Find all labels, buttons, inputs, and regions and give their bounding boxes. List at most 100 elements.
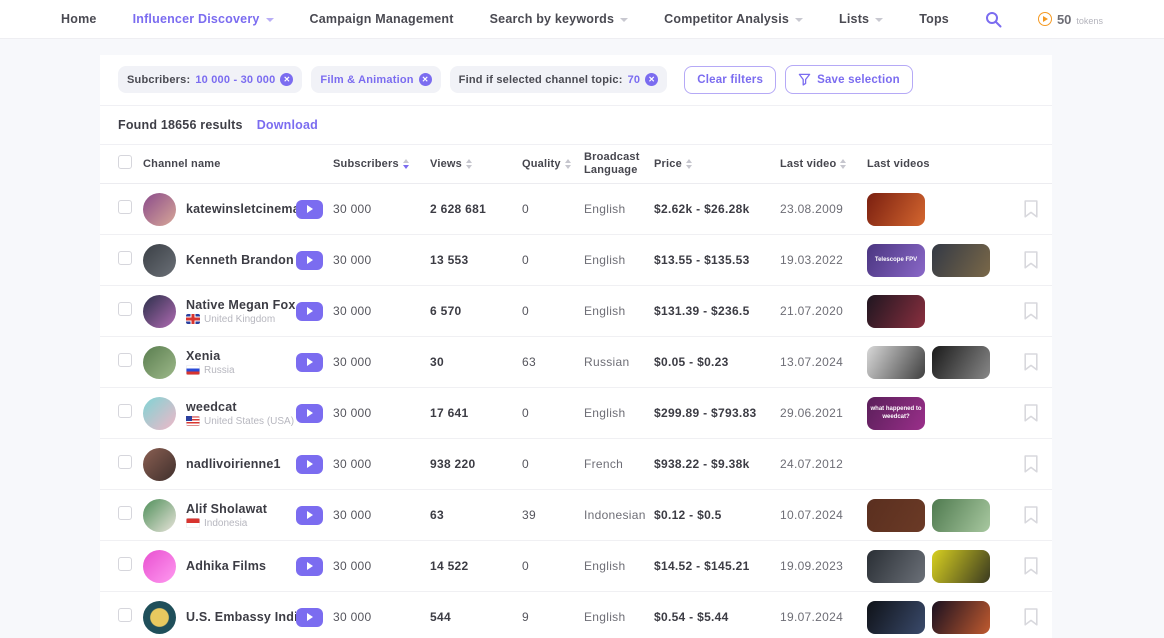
- select-all-checkbox[interactable]: [118, 155, 132, 169]
- cell-views: 14 522: [430, 559, 522, 573]
- remove-filter-icon[interactable]: ✕: [419, 73, 432, 86]
- nav-item-tops[interactable]: Tops: [919, 12, 949, 26]
- youtube-channel-link[interactable]: [296, 557, 323, 576]
- search-button[interactable]: [985, 11, 1002, 28]
- save-selection-button[interactable]: Save selection: [785, 65, 913, 94]
- video-thumbnail[interactable]: [867, 499, 925, 532]
- youtube-channel-link[interactable]: [296, 608, 323, 627]
- video-thumbnail[interactable]: [867, 550, 925, 583]
- channel-name[interactable]: nadlivoirienne1: [186, 457, 281, 471]
- row-checkbox[interactable]: [118, 455, 132, 469]
- sort-icon[interactable]: [565, 159, 571, 169]
- header-quality[interactable]: Quality: [522, 158, 584, 171]
- youtube-channel-link[interactable]: [296, 302, 323, 321]
- channel-name[interactable]: Alif Sholawat: [186, 502, 267, 516]
- youtube-channel-link[interactable]: [296, 251, 323, 270]
- youtube-channel-link[interactable]: [296, 200, 323, 219]
- nav-item-home[interactable]: Home: [61, 12, 97, 26]
- chevron-down-icon: [875, 18, 883, 22]
- row-checkbox[interactable]: [118, 506, 132, 520]
- nav-item-competitor-analysis[interactable]: Competitor Analysis: [664, 12, 803, 26]
- clear-filters-button[interactable]: Clear filters: [684, 66, 776, 94]
- cell-quality: 9: [522, 610, 584, 624]
- nav-item-label: Tops: [919, 12, 949, 26]
- video-thumbnail[interactable]: Telescope FPV: [867, 244, 925, 277]
- bookmark-icon[interactable]: [1024, 455, 1038, 473]
- bookmark-icon[interactable]: [1024, 506, 1038, 524]
- video-thumbnail[interactable]: [867, 295, 925, 328]
- top-nav: Home Influencer Discovery Campaign Managem…: [0, 0, 1164, 39]
- youtube-channel-link[interactable]: [296, 506, 323, 525]
- sort-icon[interactable]: [686, 159, 692, 169]
- row-checkbox[interactable]: [118, 608, 132, 622]
- sort-icon[interactable]: [403, 159, 409, 169]
- chevron-down-icon: [266, 18, 274, 22]
- nav-item-search-by-keywords[interactable]: Search by keywords: [490, 12, 629, 26]
- youtube-channel-link[interactable]: [296, 353, 323, 372]
- video-thumbnail[interactable]: what happened to weedcat?: [867, 397, 925, 430]
- bookmark-icon[interactable]: [1024, 353, 1038, 371]
- header-views[interactable]: Views: [430, 158, 522, 171]
- channel-name[interactable]: Kenneth Brandon -..: [186, 253, 296, 267]
- sort-icon[interactable]: [840, 159, 846, 169]
- cell-subscribers: 30 000: [333, 508, 430, 522]
- row-checkbox[interactable]: [118, 557, 132, 571]
- channel-avatar: [143, 601, 176, 634]
- youtube-channel-link[interactable]: [296, 404, 323, 423]
- video-thumbnail[interactable]: [932, 601, 990, 634]
- last-videos-thumbnails: [867, 601, 1024, 634]
- row-checkbox[interactable]: [118, 302, 132, 316]
- nav-item-lists[interactable]: Lists: [839, 12, 883, 26]
- row-checkbox[interactable]: [118, 251, 132, 265]
- header-subscribers[interactable]: Subscribers: [333, 158, 430, 171]
- channel-name[interactable]: Native Megan Fox: [186, 298, 295, 312]
- channel-name[interactable]: katewinsletcinema: [186, 202, 296, 216]
- bookmark-icon[interactable]: [1024, 200, 1038, 218]
- row-checkbox[interactable]: [118, 353, 132, 367]
- cell-quality: 0: [522, 304, 584, 318]
- video-thumbnail[interactable]: [932, 244, 990, 277]
- play-icon: [307, 562, 313, 570]
- bookmark-icon[interactable]: [1024, 251, 1038, 269]
- cell-views: 544: [430, 610, 522, 624]
- channel-name[interactable]: weedcat: [186, 400, 294, 414]
- cell-last-video-date: 19.09.2023: [780, 559, 867, 573]
- bookmark-icon[interactable]: [1024, 404, 1038, 422]
- channel-name[interactable]: Adhika Films: [186, 559, 266, 573]
- bookmark-icon[interactable]: [1024, 608, 1038, 626]
- youtube-channel-link[interactable]: [296, 455, 323, 474]
- download-link[interactable]: Download: [257, 118, 318, 132]
- remove-filter-icon[interactable]: ✕: [645, 73, 658, 86]
- row-checkbox[interactable]: [118, 200, 132, 214]
- row-checkbox[interactable]: [118, 404, 132, 418]
- token-play-icon: [1038, 12, 1052, 26]
- video-thumbnail[interactable]: [932, 550, 990, 583]
- video-thumbnail[interactable]: [932, 499, 990, 532]
- cell-subscribers: 30 000: [333, 457, 430, 471]
- sort-icon[interactable]: [466, 159, 472, 169]
- video-thumbnail[interactable]: [867, 193, 925, 226]
- country-flag-icon: [186, 416, 200, 426]
- bookmark-icon[interactable]: [1024, 302, 1038, 320]
- header-price[interactable]: Price: [654, 158, 780, 171]
- video-thumbnail[interactable]: [867, 601, 925, 634]
- nav-item-influencer-discovery[interactable]: Influencer Discovery: [133, 12, 274, 26]
- channel-name[interactable]: Xenia: [186, 349, 235, 363]
- nav-item-campaign-management[interactable]: Campaign Management: [310, 12, 454, 26]
- channel-name[interactable]: U.S. Embassy India: [186, 610, 296, 624]
- play-icon: [307, 205, 313, 213]
- channel-avatar: [143, 448, 176, 481]
- video-thumbnail[interactable]: [867, 346, 925, 379]
- tokens-balance[interactable]: 50 tokens: [1038, 12, 1103, 27]
- table-row: Xenia Russia 30 0003063Russian$0.05 - $0…: [100, 337, 1052, 388]
- table-row: katewinsletcinema 30 0002 628 6810Englis…: [100, 184, 1052, 235]
- table-row: Alif Sholawat Indonesia 30 0006339Indone…: [100, 490, 1052, 541]
- header-last-video[interactable]: Last video: [780, 158, 867, 171]
- cell-views: 30: [430, 355, 522, 369]
- cell-quality: 0: [522, 202, 584, 216]
- video-thumbnail[interactable]: [932, 346, 990, 379]
- bookmark-icon[interactable]: [1024, 557, 1038, 575]
- nav-item-label: Campaign Management: [310, 12, 454, 26]
- channel-avatar: [143, 397, 176, 430]
- remove-filter-icon[interactable]: ✕: [280, 73, 293, 86]
